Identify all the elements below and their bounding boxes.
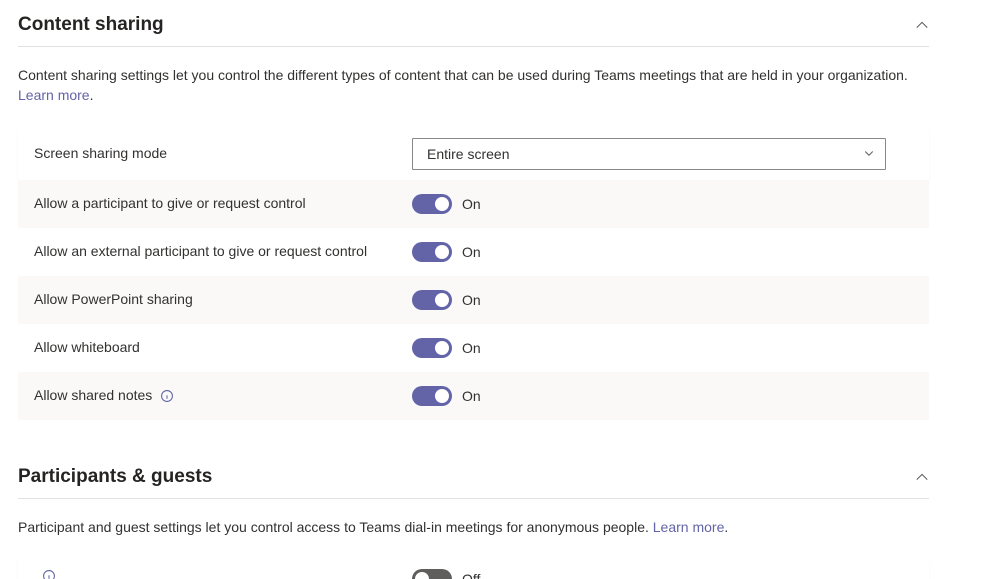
content-sharing-title: Content sharing (18, 14, 164, 36)
chevron-down-icon (863, 146, 875, 162)
content-sharing-settings: Screen sharing mode Entire screen Allow … (18, 128, 929, 420)
powerpoint-sharing-toggle[interactable] (412, 290, 452, 310)
screen-sharing-mode-dropdown[interactable]: Entire screen (412, 138, 886, 170)
shared-notes-label: Allow shared notes (34, 386, 152, 406)
whiteboard-label: Allow whiteboard (34, 338, 412, 358)
row-participant-control: Allow a participant to give or request c… (18, 180, 929, 228)
row-anonymous: Off (18, 559, 929, 579)
chevron-up-icon (915, 18, 929, 32)
participants-guests-description: Participant and guest settings let you c… (18, 517, 929, 537)
anonymous-toggle[interactable] (412, 569, 452, 579)
external-control-toggle[interactable] (412, 242, 452, 262)
description-text: Participant and guest settings let you c… (18, 519, 649, 535)
participants-guests-title: Participants & guests (18, 466, 212, 488)
row-powerpoint-sharing: Allow PowerPoint sharing On (18, 276, 929, 324)
participant-control-state: On (462, 196, 481, 212)
row-screen-sharing-mode: Screen sharing mode Entire screen (18, 128, 929, 180)
shared-notes-state: On (462, 388, 481, 404)
chevron-up-icon (915, 470, 929, 484)
dropdown-value: Entire screen (427, 146, 509, 162)
screen-sharing-mode-label: Screen sharing mode (34, 144, 412, 164)
participant-control-toggle[interactable] (412, 194, 452, 214)
participant-control-label: Allow a participant to give or request c… (34, 194, 412, 214)
powerpoint-sharing-state: On (462, 292, 481, 308)
participants-guests-header[interactable]: Participants & guests (18, 460, 929, 499)
powerpoint-sharing-label: Allow PowerPoint sharing (34, 290, 412, 310)
external-control-state: On (462, 244, 481, 260)
info-icon[interactable] (42, 569, 56, 579)
shared-notes-label-wrap: Allow shared notes (34, 386, 412, 406)
learn-more-link[interactable]: Learn more (18, 87, 90, 103)
row-external-control: Allow an external participant to give or… (18, 228, 929, 276)
learn-more-link[interactable]: Learn more (653, 519, 725, 535)
external-control-label: Allow an external participant to give or… (34, 242, 412, 262)
shared-notes-toggle[interactable] (412, 386, 452, 406)
row-whiteboard: Allow whiteboard On (18, 324, 929, 372)
whiteboard-toggle[interactable] (412, 338, 452, 358)
anonymous-label-wrap (34, 569, 412, 579)
settings-page: Content sharing Content sharing settings… (0, 0, 989, 579)
info-icon[interactable] (160, 389, 174, 403)
anonymous-state: Off (462, 571, 480, 579)
content-sharing-description: Content sharing settings let you control… (18, 65, 929, 106)
content-sharing-header[interactable]: Content sharing (18, 8, 929, 47)
description-text: Content sharing settings let you control… (18, 67, 908, 83)
whiteboard-state: On (462, 340, 481, 356)
participants-guests-settings: Off (18, 559, 929, 579)
row-shared-notes: Allow shared notes On (18, 372, 929, 420)
